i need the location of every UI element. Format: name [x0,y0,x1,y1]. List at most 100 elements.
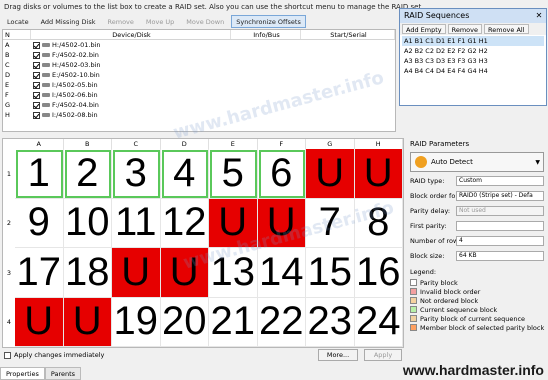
prop-value[interactable]: Not used [456,205,544,216]
disk-icon [42,103,50,107]
table-row[interactable]: B F:/4502-02.bin [3,50,395,60]
row-letter: G [5,101,11,109]
grid-cell[interactable]: 14 [257,248,306,298]
remove-all-button[interactable]: Remove All [484,24,529,34]
table-row[interactable]: C H:/4502-03.bin [3,60,395,70]
table-row[interactable]: F I:/4502-06.bin [3,90,395,100]
grid-cell[interactable]: U [257,198,306,248]
tab-properties[interactable]: Properties [0,367,45,380]
grid-cell[interactable]: U [209,198,258,248]
grid-cell[interactable]: 21 [209,297,258,347]
prop-label: First parity: [410,221,447,230]
col-info[interactable]: Info/Bus [231,30,301,39]
prop-value[interactable]: RAID0 (Stripe set) - Defa [456,190,544,201]
prop-value[interactable]: 4 [456,235,544,246]
legend-label: Parity block of current sequence [420,314,526,323]
grid-cell[interactable]: 23 [306,297,355,347]
checkbox[interactable] [33,41,40,49]
checkbox[interactable] [33,101,40,109]
checkbox-box[interactable] [4,351,11,359]
seq-row[interactable]: A3 B3 C3 D3 E3 F3 G3 H3 [402,56,544,66]
grid-cell[interactable]: 12 [160,198,209,248]
auto-detect-button[interactable]: Auto Detect ▼ [410,152,544,172]
col-serial[interactable]: Start/Serial [301,30,395,39]
add-missing-disk-button[interactable]: Add Missing Disk [36,15,101,28]
grid-cell[interactable]: 24 [354,297,403,347]
remove-button[interactable]: Remove [103,15,139,28]
grid-cell[interactable]: 3 [112,149,161,199]
table-row[interactable]: H I:/4502-08.bin [3,110,395,120]
grid-cell[interactable]: U [354,149,403,199]
grid-cell[interactable]: 10 [63,198,112,248]
seq-row[interactable]: A1 B1 C1 D1 E1 F1 G1 H1 [402,36,544,46]
seq-remove-button[interactable]: Remove [447,24,483,34]
legend-swatch [410,279,417,286]
grid-cell[interactable]: 11 [112,198,161,248]
grid-cell[interactable]: 13 [209,248,258,298]
chevron-down-icon[interactable]: ▼ [535,159,540,166]
prop-label: Parity delay: [410,206,451,215]
checkbox[interactable] [33,91,40,99]
grid-cell[interactable]: 8 [354,198,403,248]
grid-cell[interactable]: 20 [160,297,209,347]
grid-cell[interactable]: U [112,248,161,298]
disk-icon [42,113,50,117]
col-device[interactable]: Device/Disk [31,30,231,39]
grid-cell[interactable]: 17 [15,248,64,298]
grid-cell[interactable]: 15 [306,248,355,298]
disk-icon [42,93,50,97]
bottom-tabs: Properties Parents [0,367,82,380]
grid-cell[interactable]: 19 [112,297,161,347]
table-row[interactable]: E I:/4502-05.bin [3,80,395,90]
checkbox[interactable] [33,81,40,89]
row-letter: D [5,71,11,79]
row-serial [301,100,395,110]
table-row[interactable]: A H:/4502-01.bin [3,40,395,50]
row-serial [301,80,395,90]
legend-swatch [410,306,417,313]
grid-cell[interactable]: U [63,297,112,347]
grid-cell[interactable]: 9 [15,198,64,248]
more-button[interactable]: More... [318,349,358,361]
seq-row[interactable]: A4 B4 C4 D4 E4 F4 G4 H4 [402,66,544,76]
table-row[interactable]: D E:/4502-10.bin [3,70,395,80]
synchronize-offsets-button[interactable]: Synchronize Offsets [231,15,306,28]
grid-cell[interactable]: 6 [257,149,306,199]
grid-cell[interactable]: 1 [15,149,64,199]
device-path: H:/4502-03.bin [52,61,101,69]
row-info [231,70,301,80]
locate-button[interactable]: Locate [2,15,34,28]
checkbox[interactable] [33,71,40,79]
grid-cell[interactable]: 18 [63,248,112,298]
move-up-button[interactable]: Move Up [141,15,179,28]
checkbox[interactable] [33,51,40,59]
close-icon[interactable]: ✕ [532,9,546,23]
grid-cell[interactable]: 16 [354,248,403,298]
seq-row[interactable]: A2 B2 C2 D2 E2 F2 G2 H2 [402,46,544,56]
checkbox[interactable] [33,111,40,119]
legend-swatch [410,315,417,322]
apply-immediately-checkbox[interactable]: Apply changes immediately [4,351,104,359]
checkbox[interactable] [33,61,40,69]
prop-value[interactable] [456,220,544,231]
grid-cell[interactable]: 4 [160,149,209,199]
grid-cell[interactable]: U [15,297,64,347]
grid-cell[interactable]: 22 [257,297,306,347]
table-row[interactable]: G F:/4502-04.bin [3,100,395,110]
grid-cell[interactable]: U [160,248,209,298]
grid-cell[interactable]: 2 [63,149,112,199]
grid-cell[interactable]: U [306,149,355,199]
apply-button[interactable]: Apply [364,349,402,361]
seq-buttons: Add Empty Remove Remove All [400,23,546,35]
col-n[interactable]: N [3,30,31,39]
grid-cell[interactable]: 7 [306,198,355,248]
legend-label: Parity block [420,278,458,287]
add-empty-button[interactable]: Add Empty [402,24,446,34]
prop-value[interactable]: 64 KB [456,250,544,261]
tab-parents[interactable]: Parents [44,367,82,380]
grid-cell[interactable]: 5 [209,149,258,199]
move-down-button[interactable]: Move Down [181,15,229,28]
prop-value[interactable]: Custom [456,175,544,186]
legend-label: Invalid block order [420,287,481,296]
legend-swatch [410,297,417,304]
